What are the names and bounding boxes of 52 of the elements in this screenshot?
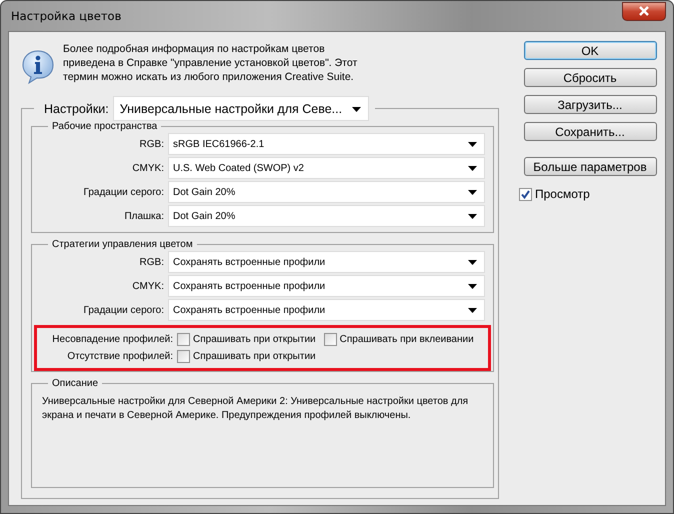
field-label: CMYK: xyxy=(132,280,164,292)
profile-dropdown[interactable]: U.S. Web Coated (SWOP) v2 xyxy=(168,157,485,179)
close-button[interactable] xyxy=(622,2,666,20)
dropdown-arrow-icon xyxy=(468,308,477,313)
close-icon xyxy=(637,5,651,17)
dropdown-arrow-icon xyxy=(468,284,477,289)
field-label: Плашка: xyxy=(124,210,164,222)
checkbox-label: Спрашивать при открытии xyxy=(193,351,316,362)
settings-label: Настройки: xyxy=(44,102,109,116)
dropdown-arrow-icon xyxy=(352,106,362,112)
dialog-button[interactable]: Сбросить xyxy=(524,68,656,87)
profile-dropdown[interactable]: sRGB IEC61966-2.1 xyxy=(168,133,485,155)
dialog-button[interactable]: Больше параметров xyxy=(524,157,656,176)
group-title: Описание xyxy=(51,378,100,389)
dialog-button[interactable]: Загрузить... xyxy=(524,95,656,114)
checkbox[interactable]: Спрашивать при открытии xyxy=(177,350,316,363)
checkbox-label: Спрашивать при вклеивании xyxy=(340,334,474,345)
description-text: Универсальные настройки для Северной Америки 2: Универсальные настройки цветов для экрана и печати в Северной Америке. Предупреждения профилей выключены. xyxy=(42,395,470,423)
field-label: Градации серого: xyxy=(83,304,164,316)
field-label: CMYK: xyxy=(132,162,164,174)
group-title: Стратегии управления цветом xyxy=(51,239,194,250)
window-title: Настройка цветов xyxy=(10,9,122,23)
checkbox-square[interactable] xyxy=(324,333,337,346)
checkbox-label: Спрашивать при открытии xyxy=(193,334,316,345)
group-title: Рабочие пространства xyxy=(51,121,158,132)
settings-dropdown[interactable]: Универсальные настройки для Севе... xyxy=(112,96,370,121)
field-label: Отсутствие профилей: xyxy=(66,351,173,362)
policy-dropdown[interactable]: Сохранять встроенные профили xyxy=(168,275,485,297)
dropdown-arrow-icon xyxy=(468,260,477,265)
checkbox[interactable]: Спрашивать при открытии xyxy=(177,333,316,346)
checkbox-square[interactable] xyxy=(177,350,190,363)
dropdown-arrow-icon xyxy=(468,142,477,147)
dropdown-arrow-icon xyxy=(468,166,477,171)
checkbox-square[interactable] xyxy=(519,188,532,200)
checkbox-label: Просмотр xyxy=(535,187,590,201)
policy-dropdown[interactable]: Сохранять встроенные профили xyxy=(168,299,485,321)
checkbox-square[interactable] xyxy=(177,333,190,346)
field-label: Несовпадение профилей: xyxy=(51,334,173,345)
checkbox[interactable]: Спрашивать при вклеивании xyxy=(324,333,474,346)
field-label: Градации серого: xyxy=(83,186,164,198)
checkbox[interactable]: Просмотр xyxy=(519,187,590,201)
dialog-button[interactable]: Сохранить... xyxy=(524,122,656,141)
info-icon xyxy=(21,49,55,85)
field-label: RGB: xyxy=(140,138,164,150)
profile-dropdown[interactable]: Dot Gain 20% xyxy=(168,181,485,203)
policy-dropdown[interactable]: Сохранять встроенные профили xyxy=(168,251,485,273)
dialog-button[interactable]: OK xyxy=(524,41,656,60)
info-text: Более подробная информация по настройкам цветов приведена в Справке "управление установкой цветов". Этот термин можно искать из любого приложения Creative Suite. xyxy=(63,42,358,85)
profile-dropdown[interactable]: Dot Gain 20% xyxy=(168,205,485,227)
dropdown-arrow-icon xyxy=(468,214,477,219)
field-label: RGB: xyxy=(140,256,164,268)
dropdown-arrow-icon xyxy=(468,190,477,195)
